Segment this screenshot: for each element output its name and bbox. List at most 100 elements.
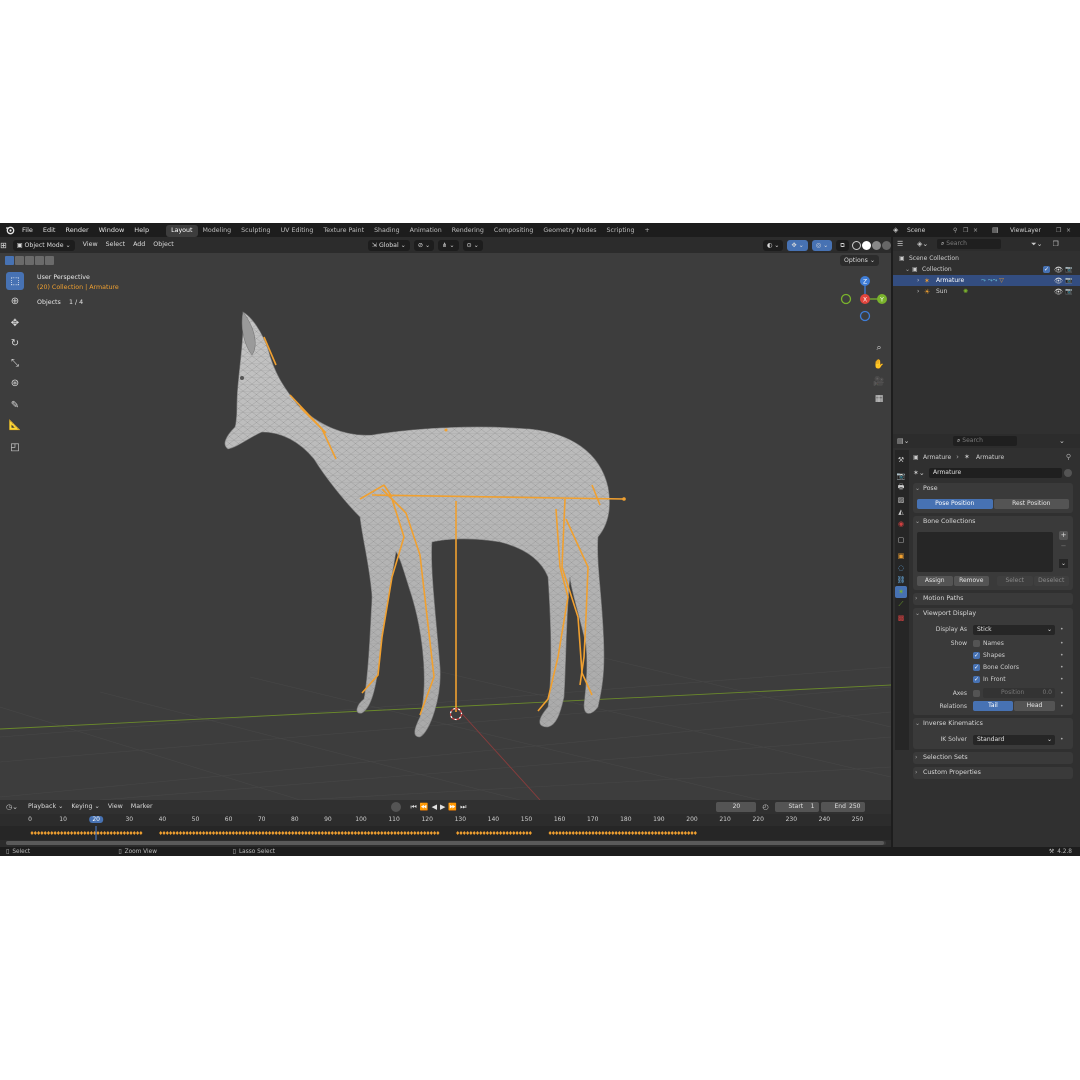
deselect-button[interactable]: Deselect	[1033, 576, 1069, 586]
assign-button[interactable]: Assign	[917, 576, 953, 586]
neg-y-axis-icon[interactable]	[840, 293, 852, 305]
tab-sculpting[interactable]: Sculpting	[236, 225, 275, 237]
scale-tool-icon[interactable]: ⤡	[6, 354, 24, 372]
viewport-scene[interactable]	[0, 237, 891, 800]
filter-icon[interactable]: ⏷⌄	[1031, 240, 1042, 249]
jump-keyframe-forward-icon[interactable]: ⏩	[448, 803, 457, 811]
chevron-down-icon[interactable]: ⌄	[1059, 559, 1068, 568]
annotate-tool-icon[interactable]: ✎	[6, 396, 24, 414]
fake-user-icon[interactable]	[1064, 469, 1072, 477]
current-frame-indicator[interactable]: 20	[89, 816, 104, 823]
menu-playback[interactable]: Playback ⌄	[24, 799, 67, 815]
wireframe-shading-icon[interactable]	[851, 240, 861, 250]
select-invert-icon[interactable]	[35, 255, 44, 265]
editor-type-icon[interactable]: ⊞	[0, 241, 7, 250]
ik-solver-dropdown[interactable]: Standard ⌄	[973, 734, 1055, 745]
tab-geometry-nodes[interactable]: Geometry Nodes	[538, 225, 601, 237]
camera-view-icon[interactable]: 🎥	[871, 374, 887, 390]
pose-position-button[interactable]: Pose Position	[917, 499, 993, 509]
menu-select[interactable]: Select	[102, 237, 129, 253]
outliner-item-sun[interactable]: › ☀ Sun ✺ 👁 📷	[893, 286, 1080, 297]
menu-view[interactable]: View	[104, 799, 127, 815]
cursor-tool-icon[interactable]: ⊕	[6, 292, 24, 310]
jump-start-icon[interactable]: ⏮	[411, 803, 417, 812]
visibility-button[interactable]: ◐ ⌄	[762, 239, 784, 251]
selection-sets-panel[interactable]: › Selection Sets	[913, 752, 1073, 764]
menu-help[interactable]: Help	[129, 223, 154, 237]
zoom-icon[interactable]: ⌕	[871, 340, 887, 356]
new-view-layer-icon[interactable]: ❐	[1056, 227, 1066, 234]
frame-ruler[interactable]: 0 10 20 30 40 50 60 70 80 90 100 110 120 130 140 150 160…	[0, 816, 891, 826]
remove-button[interactable]: Remove	[953, 576, 989, 586]
names-checkbox[interactable]	[973, 639, 980, 647]
close-icon[interactable]: ×	[973, 227, 983, 234]
menu-view[interactable]: View	[79, 237, 102, 253]
blender-logo-icon[interactable]	[3, 223, 17, 237]
solid-shading-icon[interactable]	[861, 240, 871, 250]
timeline-scrollbar[interactable]	[6, 841, 886, 845]
menu-marker[interactable]: Marker	[127, 799, 157, 815]
navigation-gizmo[interactable]: Z Y X	[838, 271, 890, 333]
render-tab-icon[interactable]: 📷	[895, 470, 907, 482]
relations-head-button[interactable]: Head	[1014, 701, 1055, 711]
properties-search-input[interactable]: ⌕ Search	[953, 436, 1017, 446]
eye-icon[interactable]: 👁	[1054, 277, 1063, 285]
end-frame-field[interactable]: End 250	[820, 802, 865, 812]
preview-range-icon[interactable]: ◴	[762, 803, 768, 811]
tab-layout[interactable]: Layout	[166, 224, 198, 237]
pose-panel-header[interactable]: ⌄ Pose	[913, 483, 1073, 495]
decorator-dot-icon[interactable]: •	[1060, 703, 1064, 710]
decorator-dot-icon[interactable]: •	[1060, 690, 1064, 697]
auto-keying-icon[interactable]	[390, 802, 401, 812]
xray-toggle[interactable]: ⧉	[836, 239, 849, 251]
physics-tab-icon[interactable]: ◌	[895, 562, 907, 574]
tab-uv-editing[interactable]: UV Editing	[276, 225, 319, 237]
world-tab-icon[interactable]: ◉	[895, 518, 907, 530]
jump-keyframe-back-icon[interactable]: ⏪	[420, 803, 429, 811]
deer-mesh[interactable]	[224, 311, 610, 738]
select-button[interactable]: Select	[997, 576, 1033, 586]
gizmo-toggle[interactable]: ✥ ⌄	[787, 239, 808, 251]
decorator-dot-icon[interactable]: •	[1060, 676, 1064, 683]
ortho-grid-icon[interactable]: ▦	[871, 391, 887, 407]
move-tool-icon[interactable]: ✥	[6, 314, 24, 332]
overlay-toggle[interactable]: ◎ ⌄	[811, 239, 833, 251]
menu-keying[interactable]: Keying ⌄	[67, 799, 103, 815]
relations-tail-button[interactable]: Tail	[973, 701, 1013, 711]
outliner-search-input[interactable]: ⌕ Search	[937, 239, 1001, 249]
select-extend-icon[interactable]	[15, 255, 24, 265]
shapes-checkbox[interactable]: ✓	[973, 651, 980, 659]
viewport-display-header[interactable]: ⌄ Viewport Display	[913, 608, 1073, 620]
menu-object[interactable]: Object	[149, 237, 178, 253]
tab-scripting[interactable]: Scripting	[602, 225, 640, 237]
options-dropdown[interactable]: Options ⌄	[840, 254, 880, 266]
menu-window[interactable]: Window	[94, 223, 130, 237]
material-shading-icon[interactable]	[871, 240, 881, 250]
menu-add[interactable]: Add	[129, 237, 149, 253]
transform-tool-icon[interactable]: ⊛	[6, 374, 24, 392]
scene-selector[interactable]: ◈ Scene ⚲ ❐ ×	[893, 224, 983, 236]
display-as-dropdown[interactable]: Stick ⌄	[973, 624, 1055, 635]
add-workspace-button[interactable]: +	[640, 225, 655, 237]
output-tab-icon[interactable]: 🖶	[895, 482, 907, 494]
camera-icon[interactable]: 📷	[1065, 288, 1072, 295]
tab-rendering[interactable]: Rendering	[447, 225, 489, 237]
current-frame-field[interactable]: 20	[716, 802, 757, 812]
neg-z-axis-icon[interactable]	[859, 310, 871, 322]
editor-type-icon[interactable]: ☰	[893, 240, 911, 248]
tab-shading[interactable]: Shading	[369, 225, 405, 237]
view-layer-selector[interactable]: ▤ ViewLayer ❐ ×	[992, 224, 1076, 236]
camera-icon[interactable]: 📷	[1065, 266, 1072, 273]
motion-paths-panel[interactable]: › Motion Paths	[913, 593, 1073, 605]
rendered-shading-icon[interactable]	[881, 240, 891, 250]
menu-edit[interactable]: Edit	[38, 223, 61, 237]
rest-position-button[interactable]: Rest Position	[993, 499, 1069, 509]
tab-animation[interactable]: Animation	[405, 225, 447, 237]
chevron-right-icon[interactable]: ›	[917, 277, 924, 284]
axes-position-field[interactable]: Position 0.0	[983, 688, 1055, 698]
eye-icon[interactable]: 👁	[1054, 266, 1063, 274]
bone-colors-checkbox[interactable]: ✓	[973, 663, 980, 671]
tool-tab-icon[interactable]: ⚒	[895, 454, 907, 466]
start-frame-field[interactable]: Start 1	[774, 802, 819, 812]
chevron-right-icon[interactable]: ›	[917, 288, 924, 295]
